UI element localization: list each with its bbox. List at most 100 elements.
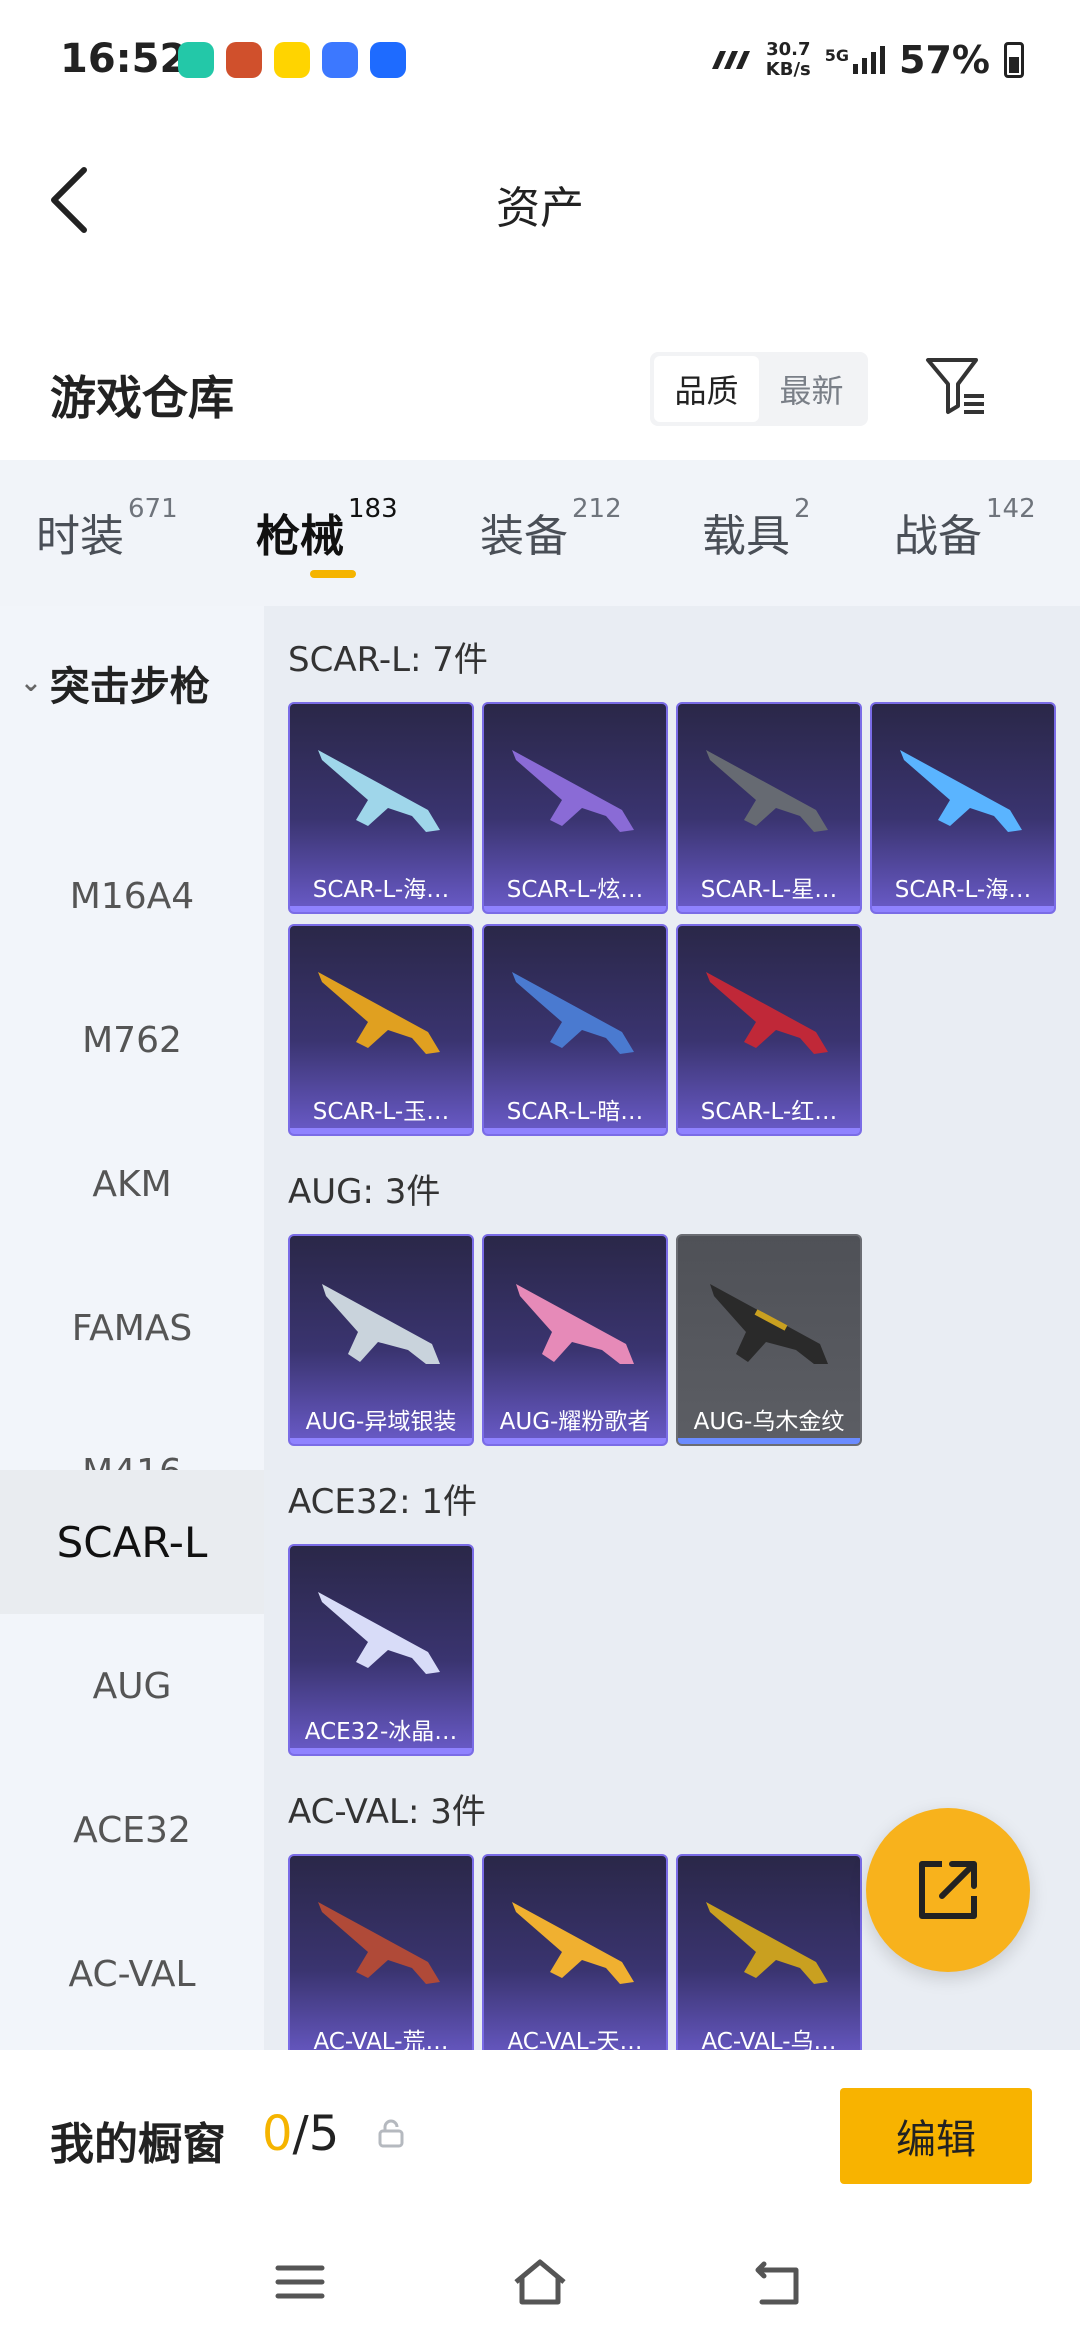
sidebar-item-m16a4[interactable]: M16A4 bbox=[0, 824, 264, 968]
page-header: 资产 bbox=[0, 140, 1080, 260]
rifle-skin-image bbox=[512, 750, 634, 832]
weapon-name: AC-VAL-乌… bbox=[701, 2029, 837, 2050]
weapon-card[interactable]: AUG-乌木金纹 bbox=[676, 1234, 862, 1446]
warehouse-title: 游戏仓库 bbox=[50, 371, 234, 425]
section-title-aug: AUG: 3件 bbox=[288, 1172, 441, 1212]
lock-icon bbox=[378, 2119, 404, 2148]
showcase-label: 我的橱窗 bbox=[50, 2119, 226, 2170]
share-button[interactable] bbox=[866, 1808, 1030, 1972]
weapon-name: AUG-耀粉歌者 bbox=[499, 1409, 651, 1435]
rifle-skin-image bbox=[706, 750, 828, 832]
status-bar: 16:52 30.7 KB/s 5G 57% bbox=[0, 0, 1080, 120]
tab-guns[interactable]: 枪械183 bbox=[256, 494, 398, 564]
nfc-icon bbox=[711, 51, 750, 69]
weapon-card[interactable]: AUG-异域银装 bbox=[288, 1234, 474, 1446]
game-notification-icon bbox=[226, 42, 262, 78]
system-nav-bar bbox=[0, 2222, 1080, 2344]
showcase-count: 0/5 bbox=[262, 2106, 340, 2162]
rarity-bar bbox=[290, 1128, 472, 1134]
rifle-skin-image bbox=[710, 1284, 828, 1364]
weapon-card[interactable]: AUG-耀粉歌者 bbox=[482, 1234, 668, 1446]
sidebar-item-scar-l[interactable]: SCAR-L bbox=[0, 1470, 264, 1614]
rarity-bar bbox=[484, 1438, 666, 1444]
sort-toggle: 品质 最新 bbox=[650, 352, 868, 426]
rarity-bar bbox=[678, 906, 860, 912]
rifle-skin-image bbox=[318, 1902, 440, 1984]
tab-equipment[interactable]: 装备212 bbox=[480, 494, 622, 564]
sidebar-item-ace32[interactable]: ACE32 bbox=[0, 1758, 264, 1902]
sidebar-item-famas[interactable]: FAMAS bbox=[0, 1256, 264, 1400]
weapon-card[interactable]: AC-VAL-乌… bbox=[676, 1854, 862, 2050]
sort-newest-button[interactable]: 最新 bbox=[759, 356, 864, 422]
rarity-bar bbox=[872, 906, 1054, 912]
section-title-ace32: ACE32: 1件 bbox=[288, 1482, 478, 1522]
category-tabs: 时装671 枪械183 装备212 载具2 战备142 bbox=[0, 460, 1080, 606]
weapon-card[interactable]: AC-VAL-天… bbox=[482, 1854, 668, 2050]
weapon-card[interactable]: SCAR-L-海… bbox=[870, 702, 1056, 914]
back-nav-icon[interactable] bbox=[750, 2252, 810, 2312]
weapon-name: SCAR-L-星… bbox=[700, 877, 838, 903]
weapon-name: SCAR-L-暗… bbox=[506, 1099, 644, 1125]
status-time: 16:52 bbox=[60, 36, 188, 82]
vivo-notification-icon bbox=[322, 42, 358, 78]
rifle-skin-image bbox=[318, 1592, 440, 1674]
rifle-skin-image bbox=[512, 1902, 634, 1984]
weapon-name: AUG-异域银装 bbox=[305, 1409, 457, 1435]
weapon-name: SCAR-L-玉… bbox=[312, 1099, 450, 1125]
section-title-scar-l: SCAR-L: 7件 bbox=[288, 640, 488, 680]
share-external-icon bbox=[919, 1861, 977, 1919]
tab-outfits[interactable]: 时装671 bbox=[36, 494, 178, 564]
signal-icon: 5G bbox=[825, 46, 886, 74]
warehouse-header: 游戏仓库 品质 最新 bbox=[0, 340, 1080, 460]
rarity-bar bbox=[484, 906, 666, 912]
rarity-bar bbox=[678, 1438, 860, 1444]
edit-button[interactable]: 编辑 bbox=[840, 2088, 1032, 2184]
weapon-card[interactable]: SCAR-L-海… bbox=[288, 702, 474, 914]
tab-supplies[interactable]: 战备142 bbox=[894, 494, 1036, 564]
rarity-bar bbox=[678, 1128, 860, 1134]
upload-notification-icon bbox=[370, 42, 406, 78]
chevron-down-icon: ⌄ bbox=[20, 668, 42, 698]
page-title: 资产 bbox=[496, 183, 584, 234]
sidebar-item-aug[interactable]: AUG bbox=[0, 1614, 264, 1758]
section-title-ac-val: AC-VAL: 3件 bbox=[288, 1792, 486, 1832]
rarity-bar bbox=[484, 1128, 666, 1134]
sidebar-item-akm[interactable]: AKM bbox=[0, 1112, 264, 1256]
rifle-skin-image bbox=[516, 1284, 634, 1364]
weapon-card[interactable]: AC-VAL-荒… bbox=[288, 1854, 474, 2050]
sidebar-group-assault-rifles[interactable]: ⌄ 突击步枪 bbox=[20, 654, 210, 712]
network-speed: 30.7 KB/s bbox=[765, 39, 811, 80]
battery-percent: 57% bbox=[899, 38, 990, 82]
menu-icon[interactable] bbox=[270, 2252, 330, 2312]
weapon-sidebar: ⌄ 突击步枪 M16A4 M762 AKM FAMAS M416 SCAR-L … bbox=[0, 606, 264, 2050]
rarity-bar bbox=[290, 1438, 472, 1444]
weapon-name: ACE32-冰晶… bbox=[304, 1719, 458, 1745]
weapon-name: SCAR-L-海… bbox=[894, 877, 1032, 903]
weapon-name: AC-VAL-天… bbox=[507, 2029, 643, 2050]
weapon-card[interactable]: SCAR-L-星… bbox=[676, 702, 862, 914]
sidebar-group-label: 突击步枪 bbox=[49, 664, 210, 710]
filter-icon[interactable] bbox=[924, 354, 988, 418]
weapon-card[interactable]: SCAR-L-红… bbox=[676, 924, 862, 1136]
weapon-card[interactable]: ACE32-冰晶… bbox=[288, 1544, 474, 1756]
weapon-card[interactable]: SCAR-L-炫… bbox=[482, 702, 668, 914]
rifle-skin-image bbox=[318, 750, 440, 832]
meituan-notification-icon bbox=[274, 42, 310, 78]
weapon-card[interactable]: SCAR-L-暗… bbox=[482, 924, 668, 1136]
weapon-name: SCAR-L-红… bbox=[700, 1099, 838, 1125]
sidebar-item-m762[interactable]: M762 bbox=[0, 968, 264, 1112]
active-tab-indicator bbox=[310, 570, 356, 578]
notification-icons bbox=[178, 42, 406, 78]
home-icon[interactable] bbox=[510, 2252, 570, 2312]
tab-vehicles[interactable]: 载具2 bbox=[702, 494, 811, 564]
rarity-bar bbox=[290, 1748, 472, 1754]
sidebar-item-ac-val[interactable]: AC-VAL bbox=[0, 1902, 264, 2046]
rarity-bar bbox=[290, 906, 472, 912]
weapon-card[interactable]: SCAR-L-玉… bbox=[288, 924, 474, 1136]
sort-quality-button[interactable]: 品质 bbox=[654, 356, 759, 422]
weapon-name: SCAR-L-炫… bbox=[506, 877, 644, 903]
status-right: 30.7 KB/s 5G 57% bbox=[708, 38, 1024, 82]
weapon-name: AUG-乌木金纹 bbox=[693, 1409, 845, 1435]
weapon-name: SCAR-L-海… bbox=[312, 877, 450, 903]
rifle-skin-image bbox=[322, 1284, 440, 1364]
